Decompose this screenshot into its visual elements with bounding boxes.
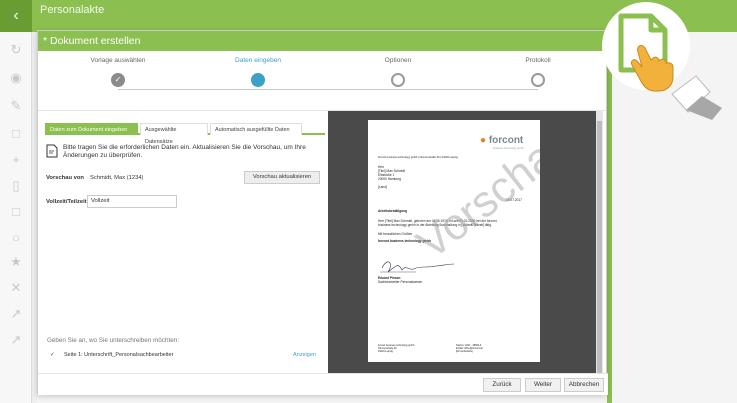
eye-icon[interactable]: ◉ xyxy=(8,70,24,86)
refresh-preview-button[interactable]: Vorschau aktualisieren xyxy=(244,171,320,184)
sender-line: forcont business technology gmbh | Nonne… xyxy=(378,156,458,159)
step-active-dot xyxy=(251,73,265,87)
next-button[interactable]: Weiter xyxy=(525,378,561,392)
app-title: Personalakte xyxy=(40,4,105,16)
upload-icon[interactable]: ▯ xyxy=(8,178,24,194)
dialog-title: * Dokument erstellen xyxy=(38,31,606,51)
preview-scrollbar[interactable] xyxy=(596,111,603,395)
cancel-button[interactable]: Abbrechen xyxy=(564,378,604,392)
address-line: [Land] xyxy=(378,185,387,189)
step-dot xyxy=(531,73,545,87)
tab-bar: Daten zum Dokument eingeben Ausgewählte … xyxy=(45,123,325,145)
step-options[interactable]: Optionen xyxy=(343,57,453,87)
step-dot xyxy=(391,73,405,87)
preview-page: ● forcont business technology gmbh forco… xyxy=(368,120,540,362)
tab-auto-filled-data[interactable]: Automatisch ausgefüllte Daten xyxy=(210,123,302,135)
field-label: Vollzeit/Teilzeit xyxy=(46,199,87,205)
document-preview: ● forcont business technology gmbh forco… xyxy=(328,111,603,395)
footer-left: 04229 Leipzig xyxy=(378,350,393,353)
tab-enter-data[interactable]: Daten zum Dokument eingeben xyxy=(45,123,138,135)
stepper-line xyxy=(118,89,538,90)
wizard-stepper: Vorlage auswählen ✓ Daten eingeben Optio… xyxy=(38,51,606,111)
dialog-footer: Zurück Weiter Abbrechen xyxy=(38,373,608,395)
share-icon[interactable]: ○ xyxy=(8,230,24,246)
employment-type-input[interactable]: Vollzeit xyxy=(87,195,177,208)
star-icon[interactable]: ★ xyxy=(8,254,24,270)
close-icon[interactable]: ✕ xyxy=(8,280,24,296)
edit-icon[interactable]: ✎ xyxy=(8,98,24,114)
signature-item-label: Seite 1: Unterschrift_Personalsachbearbe… xyxy=(64,352,174,358)
closing: Mit freundlichen Grüßen xyxy=(378,232,413,236)
footer-right: [Firma Website] xyxy=(456,350,473,353)
tab-selected-records[interactable]: Ausgewählte Datensätze xyxy=(140,123,208,145)
step-enter-data[interactable]: Daten eingeben xyxy=(203,57,313,87)
create-document-dialog: * Dokument erstellen Vorlage auswählen ✓… xyxy=(37,30,608,395)
touch-document-icon xyxy=(602,2,722,120)
document-edit-icon[interactable]: □ xyxy=(8,204,24,220)
document-edit-icon xyxy=(46,144,58,158)
signature-item: ✓ Seite 1: Unterschrift_Personalsachbear… xyxy=(47,349,317,361)
step-select-template[interactable]: Vorlage auswählen ✓ xyxy=(63,57,173,87)
back-button[interactable]: ‹ xyxy=(0,0,32,32)
show-link[interactable]: Anzeigen xyxy=(293,349,316,361)
document-subject: Arbeitsbestätigung xyxy=(378,209,408,213)
preview-for-label: Vorschau von xyxy=(46,175,84,181)
step-protocol[interactable]: Protokoll xyxy=(483,57,593,87)
back-step-button[interactable]: Zurück xyxy=(483,378,521,392)
refresh-icon[interactable]: ↻ xyxy=(8,42,24,58)
background-list xyxy=(37,394,607,403)
preview-watermark: Vorschau xyxy=(408,120,540,269)
address-line: 20000 Hamburg xyxy=(378,177,401,181)
check-icon: ✓ xyxy=(111,73,125,87)
plus-icon[interactable]: + xyxy=(8,152,24,168)
info-text: Bitte tragen Sie die erforderlichen Date… xyxy=(63,144,306,159)
external-icon[interactable]: ↗ xyxy=(8,306,24,322)
document-icon[interactable]: □ xyxy=(8,126,24,142)
preview-for-value: Schmidt, Max (1234) xyxy=(90,175,144,181)
left-toolbar: ↻ ◉ ✎ □ + ▯ □ ○ ★ ✕ ↗ ↗ xyxy=(0,32,32,403)
signature-question: Geben Sie an, wo Sie unterschreiben möch… xyxy=(47,337,179,344)
scrollbar-thumb[interactable] xyxy=(597,121,602,385)
signer-role: Sachbearbeiter Personalwesen xyxy=(378,280,423,284)
check-icon: ✓ xyxy=(50,352,55,358)
external-icon-2[interactable]: ↗ xyxy=(8,332,24,348)
